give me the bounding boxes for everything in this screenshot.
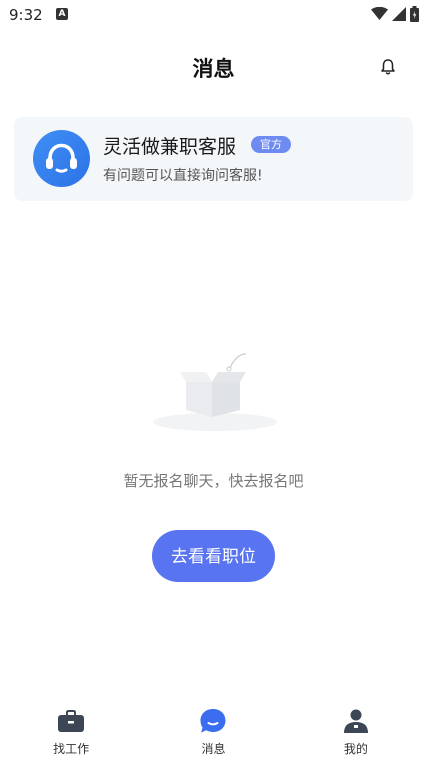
customer-service-card[interactable]: 灵活做兼职客服 官方 有问题可以直接询问客服!: [14, 117, 413, 201]
bell-icon[interactable]: [379, 57, 397, 77]
person-icon: [343, 709, 368, 733]
battery-icon: [410, 6, 419, 22]
customer-service-avatar: [33, 130, 90, 187]
bottom-tab-bar: 找工作 消息 我的: [0, 700, 427, 760]
status-icons: [371, 6, 419, 22]
tab-find-job[interactable]: 找工作: [0, 700, 142, 760]
service-name: 灵活做兼职客服: [103, 136, 237, 158]
headset-icon: [46, 143, 77, 173]
signal-icon: [392, 7, 406, 21]
briefcase-icon: [58, 710, 85, 732]
service-description: 有问题可以直接询问客服!: [103, 168, 263, 184]
page-header: 消息: [0, 44, 427, 90]
tab-label: 我的: [343, 742, 368, 756]
notification-a-icon: A: [56, 8, 68, 20]
chat-bubble-icon: [200, 709, 226, 733]
tab-label: 消息: [201, 742, 226, 756]
empty-state-message: 暂无报名聊天，快去报名吧: [123, 472, 304, 490]
wifi-icon: [371, 7, 388, 20]
tab-profile[interactable]: 我的: [285, 700, 427, 760]
status-time: 9:32: [9, 6, 43, 24]
status-bar: 9:32 A: [0, 0, 427, 30]
tab-messages[interactable]: 消息: [142, 700, 284, 760]
page-title: 消息: [192, 57, 235, 81]
empty-box-illustration: [153, 353, 277, 431]
official-badge: 官方: [251, 136, 291, 153]
tab-label: 找工作: [53, 742, 90, 756]
browse-jobs-button[interactable]: 去看看职位: [152, 530, 275, 582]
